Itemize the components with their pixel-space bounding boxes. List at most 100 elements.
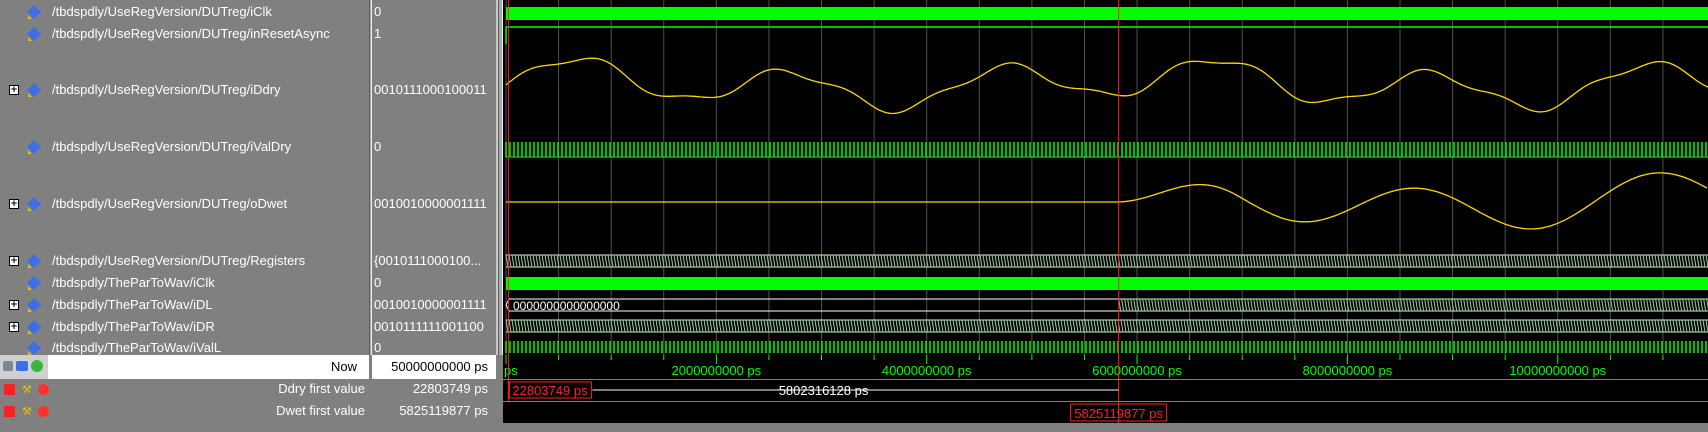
bus-transition bbox=[1672, 254, 1676, 268]
bus-transition bbox=[1553, 298, 1557, 312]
bus-transition bbox=[907, 254, 911, 268]
bus-transition bbox=[1373, 298, 1377, 312]
bus-transition bbox=[985, 254, 989, 268]
cursor-row-2[interactable]: ⚒ Dwet first value 5825119877 ps 5825119… bbox=[0, 402, 1708, 423]
expand-icon[interactable]: + bbox=[9, 322, 19, 332]
signal-row[interactable]: + /tbdspdly/UseRegVersion/DUTreg/Register… bbox=[0, 253, 369, 269]
bus-transition bbox=[1018, 319, 1022, 333]
bus-value-label: 0000000000000000 bbox=[513, 299, 620, 313]
bus-transition bbox=[1507, 319, 1511, 333]
bus-transition bbox=[865, 319, 869, 333]
edit-cursor-icon[interactable] bbox=[16, 361, 28, 371]
bus-transition bbox=[1436, 298, 1440, 312]
signal-row[interactable]: + /tbdspdly/UseRegVersion/DUTreg/oDwet bbox=[0, 196, 369, 212]
bus-transition bbox=[982, 254, 986, 268]
signal-row[interactable]: + /tbdspdly/TheParToWav/iDL bbox=[0, 297, 369, 313]
bus-transition bbox=[1522, 254, 1526, 268]
bus-transition bbox=[1648, 319, 1652, 333]
bus-transition bbox=[1519, 319, 1523, 333]
bus-transition bbox=[745, 319, 749, 333]
bus-transition bbox=[1021, 319, 1025, 333]
bus-transition bbox=[1400, 298, 1404, 312]
bus-transition bbox=[1586, 298, 1590, 312]
waveform-canvas[interactable]: 0000000000000000 bbox=[503, 0, 1708, 355]
add-cursor-icon[interactable] bbox=[3, 361, 13, 371]
bus-transition bbox=[1084, 319, 1088, 333]
bus-transition bbox=[1673, 298, 1677, 312]
bus-transition bbox=[1126, 319, 1130, 333]
bus-transition bbox=[1646, 298, 1650, 312]
bus-transition bbox=[1349, 298, 1353, 312]
bus-transition bbox=[1138, 254, 1142, 268]
bus-transition bbox=[1247, 298, 1251, 312]
bus-transition bbox=[1366, 319, 1370, 333]
bus-transition bbox=[1372, 319, 1376, 333]
expand-icon[interactable]: + bbox=[9, 256, 19, 266]
bus-transition bbox=[1027, 319, 1031, 333]
signal-row[interactable]: /tbdspdly/UseRegVersion/DUTreg/iClk bbox=[0, 4, 369, 20]
bus-transition bbox=[703, 319, 707, 333]
bus-transition bbox=[1675, 254, 1679, 268]
bus-transition bbox=[1577, 298, 1581, 312]
timeline-ruler[interactable]: ps 2000000000 ps 4000000000 ps 6000000000 p… bbox=[503, 355, 1708, 379]
bus-transition bbox=[883, 319, 887, 333]
bus-transition bbox=[1465, 254, 1469, 268]
bus-transition bbox=[1492, 319, 1496, 333]
expand-icon[interactable]: + bbox=[9, 300, 19, 310]
bus-transition bbox=[1015, 319, 1019, 333]
bus-transition bbox=[1517, 298, 1521, 312]
bus-transition bbox=[1639, 319, 1643, 333]
bus-transition bbox=[799, 254, 803, 268]
bus-transition bbox=[544, 254, 548, 268]
bus-transition bbox=[1226, 298, 1230, 312]
bus-transition bbox=[1172, 298, 1176, 312]
cursor-value: 22803749 ps bbox=[412, 381, 488, 396]
bus-transition bbox=[1583, 298, 1587, 312]
waveform-pane[interactable]: 0000000000000000 bbox=[503, 0, 1708, 355]
cursor-row-1[interactable]: ⚒ Ddry first value 22803749 ps 22803749 … bbox=[0, 380, 1708, 401]
bus-transition bbox=[1606, 319, 1610, 333]
zoom-cursor-icon[interactable] bbox=[31, 360, 43, 372]
signal-row[interactable]: /tbdspdly/UseRegVersion/DUTreg/inResetAs… bbox=[0, 26, 369, 42]
bus-transition bbox=[1618, 254, 1622, 268]
expand-icon[interactable]: + bbox=[9, 199, 19, 209]
lock-icon[interactable] bbox=[4, 384, 15, 395]
bus-transition bbox=[1597, 319, 1601, 333]
bus-transition bbox=[1387, 319, 1391, 333]
bus-transition bbox=[1180, 254, 1184, 268]
signal-row[interactable]: /tbdspdly/UseRegVersion/DUTreg/iValDry bbox=[0, 139, 369, 155]
bus-transition bbox=[511, 319, 515, 333]
signal-row[interactable]: + /tbdspdly/TheParToWav/iDR bbox=[0, 319, 369, 335]
bus-transition bbox=[1238, 298, 1242, 312]
bus-transition bbox=[1165, 254, 1169, 268]
bus-transition bbox=[886, 319, 890, 333]
remove-cursor-icon[interactable] bbox=[38, 406, 49, 417]
bus-transition bbox=[1015, 254, 1019, 268]
bus-transition bbox=[1336, 319, 1340, 333]
wrench-icon[interactable]: ⚒ bbox=[22, 383, 32, 396]
bus-transition bbox=[1108, 319, 1112, 333]
bus-transition bbox=[1312, 254, 1316, 268]
cursor-track-1-canvas: 22803749 ps 5802316128 ps bbox=[507, 380, 1120, 401]
bus-transition bbox=[535, 319, 539, 333]
bus-transition bbox=[901, 319, 905, 333]
bus-transition bbox=[1411, 254, 1415, 268]
bus-transition bbox=[1177, 254, 1181, 268]
signal-row[interactable]: + /tbdspdly/UseRegVersion/DUTreg/iDdry bbox=[0, 82, 369, 98]
bus-transition bbox=[508, 254, 512, 268]
wrench-icon[interactable]: ⚒ bbox=[22, 405, 32, 418]
bus-transition bbox=[1297, 319, 1301, 333]
bus-transition bbox=[703, 254, 707, 268]
bus-transition bbox=[673, 254, 677, 268]
bus-transition bbox=[1111, 254, 1115, 268]
signal-row[interactable]: /tbdspdly/TheParToWav/iClk bbox=[0, 275, 369, 291]
signal-row[interactable]: /tbdspdly/TheParToWav/iValL bbox=[0, 340, 369, 356]
expand-icon[interactable]: + bbox=[9, 85, 19, 95]
lock-icon[interactable] bbox=[4, 406, 15, 417]
bus-transition bbox=[898, 254, 902, 268]
bus-transition bbox=[808, 254, 812, 268]
bus-transition bbox=[1018, 254, 1022, 268]
remove-cursor-icon[interactable] bbox=[38, 384, 49, 395]
bus-transition bbox=[943, 319, 947, 333]
bus-transition bbox=[1376, 298, 1380, 312]
